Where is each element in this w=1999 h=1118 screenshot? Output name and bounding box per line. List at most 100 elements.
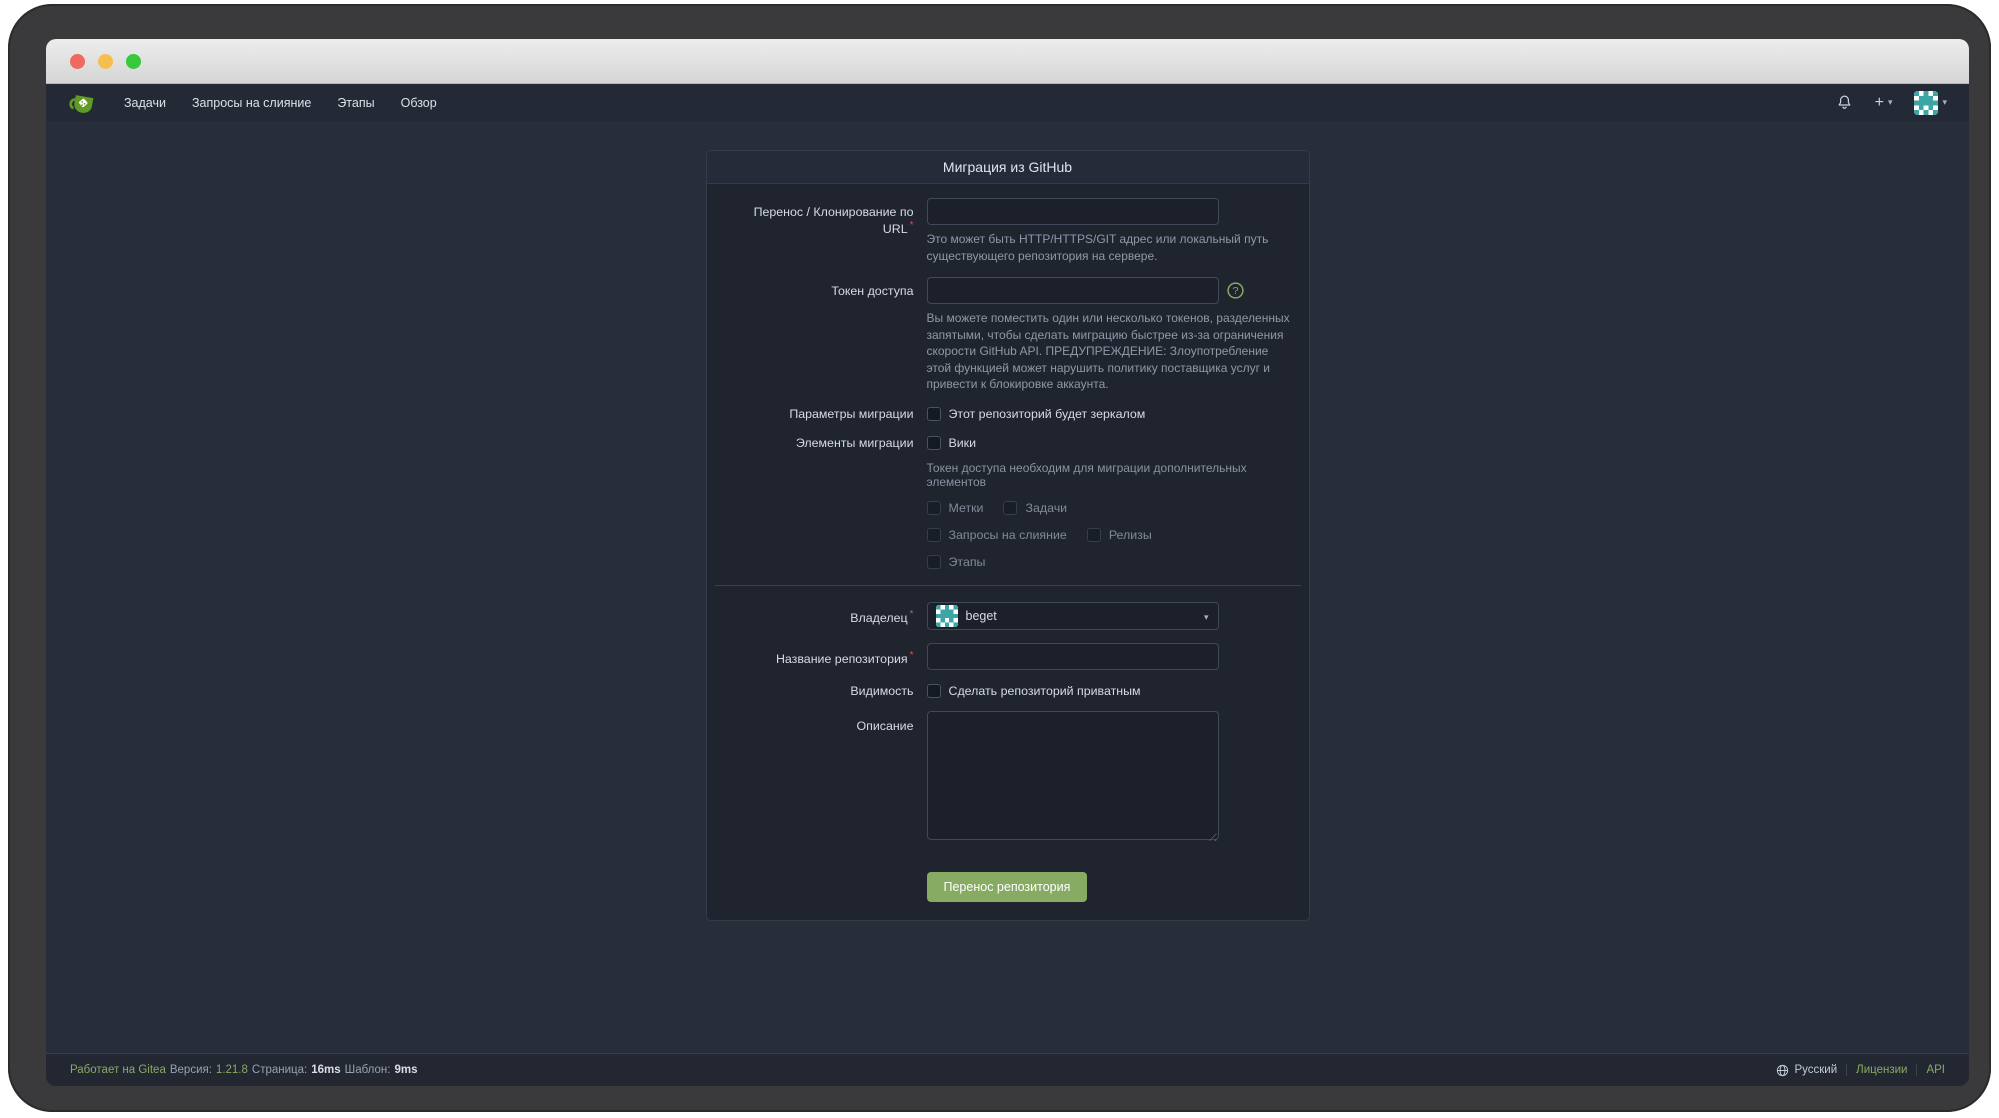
page-content: Миграция из GitHub Перенос / Клонировани… <box>46 121 1969 1053</box>
nav-item-issues[interactable]: Задачи <box>124 96 166 110</box>
required-asterisk: * <box>910 220 914 231</box>
private-checkbox[interactable] <box>927 684 941 698</box>
clone-url-label: Перенос / Клонирование по URL* <box>721 198 914 264</box>
mirror-checkbox-line: Этот репозиторий будет зеркалом <box>927 406 1295 422</box>
template-time-value: 9ms <box>394 1064 417 1076</box>
disabled-items-row-1: Метки Задачи <box>927 501 1295 515</box>
access-token-help-text: Вы можете поместить один или несколько т… <box>927 310 1295 393</box>
migration-form: Миграция из GitHub Перенос / Клонировани… <box>706 150 1310 921</box>
chevron-down-icon: ▾ <box>1942 97 1947 108</box>
migrate-repository-button[interactable]: Перенос репозитория <box>927 872 1088 902</box>
required-asterisk: * <box>910 650 914 661</box>
clone-url-control: Это может быть HTTP/HTTPS/GIT адрес или … <box>927 198 1295 264</box>
create-new-menu[interactable]: + ▾ <box>1875 95 1893 111</box>
form-body: Перенос / Клонирование по URL* Это может… <box>707 184 1309 920</box>
issues-checkbox-label: Задачи <box>1025 501 1067 515</box>
access-token-input[interactable] <box>927 277 1219 304</box>
zoom-window-button[interactable] <box>126 54 141 69</box>
pull-requests-checkbox-label: Запросы на слияние <box>949 528 1067 542</box>
top-navbar: Задачи Запросы на слияние Этапы Обзор + <box>46 84 1969 121</box>
navbar-left: Задачи Запросы на слияние Этапы Обзор <box>68 88 437 118</box>
milestones-checkbox <box>927 555 941 569</box>
mirror-checkbox[interactable] <box>927 407 941 421</box>
wiki-checkbox-line: Вики <box>927 435 1295 451</box>
labels-checkbox-label: Метки <box>949 501 984 515</box>
wiki-checkbox-label: Вики <box>949 436 977 450</box>
gitea-logo-icon[interactable] <box>68 88 98 118</box>
clone-url-input[interactable] <box>927 198 1219 225</box>
user-avatar <box>1914 91 1938 115</box>
owner-field-row: Владелец* <box>721 602 1295 630</box>
device-frame: Задачи Запросы на слияние Этапы Обзор + <box>8 4 1991 1112</box>
window-titlebar <box>46 39 1969 84</box>
api-link[interactable]: API <box>1926 1064 1945 1076</box>
access-token-label: Токен доступа <box>721 277 914 393</box>
description-textarea[interactable] <box>927 711 1219 840</box>
template-time-label: Шаблон: <box>345 1064 391 1076</box>
navbar-right: + ▾ <box>1836 91 1947 115</box>
page-time-value: 16ms <box>311 1064 340 1076</box>
footer-separator <box>1916 1064 1917 1076</box>
form-title: Миграция из GitHub <box>707 151 1309 184</box>
migration-options-row: Параметры миграции Этот репозиторий буде… <box>721 406 1295 422</box>
description-control <box>927 711 1295 845</box>
licenses-link[interactable]: Лицензии <box>1856 1064 1907 1076</box>
nav-item-explore[interactable]: Обзор <box>401 96 437 110</box>
owner-avatar <box>936 605 958 627</box>
powered-by-gitea-link[interactable]: Работает на Gitea <box>70 1064 166 1076</box>
notifications-bell-icon[interactable] <box>1836 94 1853 111</box>
labels-checkbox <box>927 501 941 515</box>
owner-label: Владелец* <box>721 602 914 630</box>
form-divider <box>715 585 1301 586</box>
migration-items-label: Элементы миграции <box>721 435 914 451</box>
description-field-row: Описание <box>721 711 1295 845</box>
close-window-button[interactable] <box>70 54 85 69</box>
token-required-note: Токен доступа необходим для миграции доп… <box>927 461 1295 489</box>
owner-control: beget ▾ <box>927 602 1295 630</box>
migration-items-row: Элементы миграции Вики <box>721 435 1295 451</box>
nav-item-pull-requests[interactable]: Запросы на слияние <box>192 96 311 110</box>
repo-name-label: Название репозитория* <box>721 643 914 670</box>
traffic-lights <box>70 54 141 69</box>
version-value-link[interactable]: 1.21.8 <box>216 1064 248 1076</box>
plus-icon: + <box>1875 95 1884 111</box>
private-checkbox-label: Сделать репозиторий приватным <box>949 684 1141 698</box>
repo-name-input[interactable] <box>927 643 1219 670</box>
disabled-items-row-3: Этапы <box>927 555 1295 569</box>
globe-icon <box>1776 1064 1789 1077</box>
chevron-down-icon: ▾ <box>1888 97 1893 108</box>
user-menu[interactable]: ▾ <box>1914 91 1947 115</box>
help-question-icon[interactable]: ? <box>1227 282 1244 299</box>
nav-item-milestones[interactable]: Этапы <box>337 96 374 110</box>
clone-url-label-text: Перенос / Клонирование по URL <box>754 205 914 236</box>
repo-name-control <box>927 643 1295 670</box>
private-checkbox-line: Сделать репозиторий приватным <box>927 683 1295 699</box>
mirror-checkbox-label: Этот репозиторий будет зеркалом <box>949 407 1146 421</box>
footer-separator <box>1846 1064 1847 1076</box>
footer-left: Работает на Gitea Версия: 1.21.8 Страниц… <box>70 1064 417 1076</box>
description-label: Описание <box>721 711 914 845</box>
releases-checkbox <box>1087 528 1101 542</box>
chevron-down-icon: ▾ <box>1204 612 1209 623</box>
access-token-control: ? Вы можете поместить один или несколько… <box>927 277 1295 393</box>
svg-text:?: ? <box>1232 285 1238 297</box>
page-footer: Работает на Gitea Версия: 1.21.8 Страниц… <box>46 1053 1969 1086</box>
language-label: Русский <box>1794 1064 1837 1076</box>
wiki-checkbox[interactable] <box>927 436 941 450</box>
visibility-field-row: Видимость Сделать репозиторий приватным <box>721 683 1295 699</box>
footer-right: Русский Лицензии API <box>1776 1064 1945 1077</box>
owner-dropdown[interactable]: beget ▾ <box>927 602 1219 630</box>
visibility-label: Видимость <box>721 683 914 699</box>
minimize-window-button[interactable] <box>98 54 113 69</box>
access-token-field-row: Токен доступа ? <box>721 277 1295 393</box>
migration-options-label: Параметры миграции <box>721 406 914 422</box>
pull-requests-checkbox <box>927 528 941 542</box>
issues-checkbox <box>1003 501 1017 515</box>
clone-url-help-text: Это может быть HTTP/HTTPS/GIT адрес или … <box>927 231 1295 264</box>
owner-label-text: Владелец <box>850 611 907 625</box>
milestones-checkbox-label: Этапы <box>949 555 986 569</box>
screenshot-stage: Задачи Запросы на слияние Этапы Обзор + <box>0 0 1999 1118</box>
language-selector[interactable]: Русский <box>1776 1064 1837 1077</box>
page-time-label: Страница: <box>252 1064 307 1076</box>
repo-name-label-text: Название репозитория <box>776 652 908 666</box>
